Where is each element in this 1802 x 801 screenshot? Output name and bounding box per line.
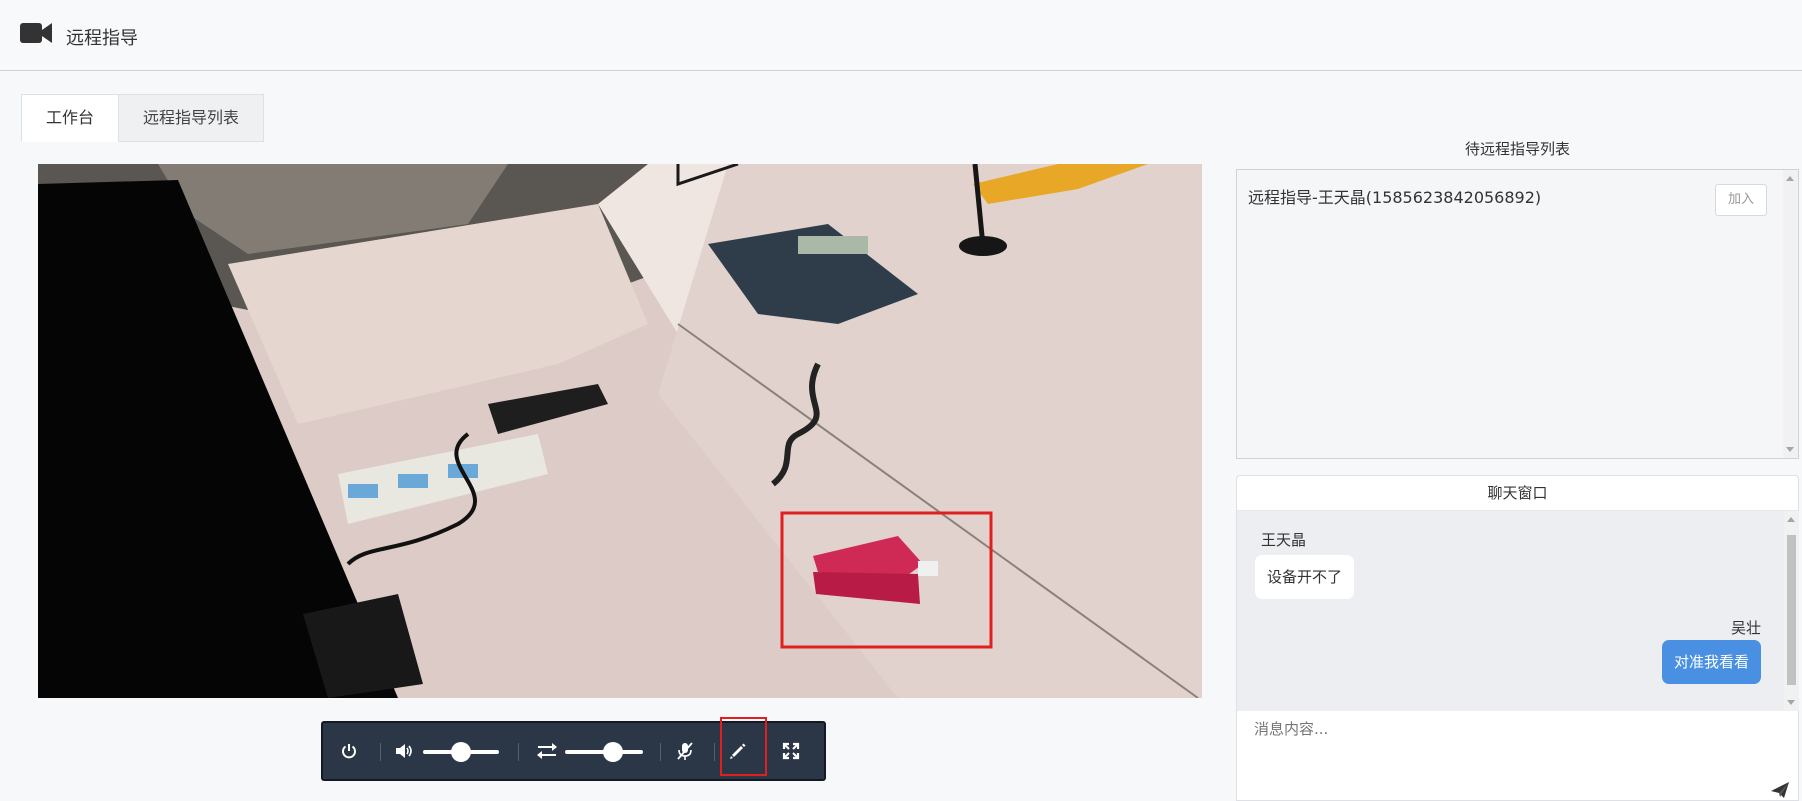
message-sender: 王天晶: [1261, 531, 1307, 549]
video-camera-icon: [20, 23, 52, 43]
divider: [714, 743, 715, 761]
queue-panel: 远程指导-王天晶(1585623842056892) 加入: [1236, 169, 1799, 459]
send-icon[interactable]: [1771, 782, 1789, 798]
message-sender: 吴壮: [1730, 619, 1761, 637]
power-button[interactable]: [335, 723, 363, 779]
volume-icon: [396, 744, 412, 758]
chat-title: 聊天窗口: [1237, 476, 1798, 511]
tab-guidance-list[interactable]: 远程指导列表: [119, 94, 265, 142]
fullscreen-button[interactable]: [779, 723, 803, 779]
queue-title: 待远程指导列表: [1464, 140, 1570, 158]
video-feed[interactable]: [38, 164, 1202, 698]
mute-mic-button[interactable]: [673, 723, 697, 779]
top-bar: 远程指导: [0, 0, 1802, 71]
video-frame: [38, 164, 1202, 698]
scroll-down-icon[interactable]: [1786, 447, 1794, 452]
swap-icon: [537, 743, 557, 759]
fullscreen-icon: [782, 742, 800, 760]
chat-messages: 王天晶 设备开不了 吴壮 对准我看看: [1237, 511, 1799, 711]
tab-bar: 工作台 远程指导列表: [21, 94, 265, 142]
scroll-down-icon[interactable]: [1787, 700, 1795, 705]
scroll-up-icon[interactable]: [1786, 176, 1794, 181]
scrollbar-thumb[interactable]: [1787, 535, 1796, 685]
switch-camera-button[interactable]: [535, 723, 559, 779]
divider: [380, 743, 381, 761]
chat-panel: 聊天窗口 王天晶 设备开不了 吴壮 对准我看看: [1236, 475, 1799, 801]
chat-scrollbar[interactable]: [1784, 511, 1799, 711]
queue-scrollbar[interactable]: [1783, 170, 1798, 458]
draw-tool-highlight: [720, 717, 767, 776]
message-bubble-outgoing: 对准我看看: [1661, 640, 1761, 684]
app-title: 远程指导: [66, 28, 138, 49]
divider: [518, 743, 519, 761]
volume-slider-handle[interactable]: [451, 742, 471, 762]
swap-slider-handle[interactable]: [603, 742, 624, 762]
mute-mic-icon: [677, 742, 693, 760]
queue-item-label: 远程指导-王天晶(1585623842056892): [1248, 188, 1542, 207]
divider: [660, 743, 661, 761]
tab-workbench[interactable]: 工作台: [21, 94, 120, 142]
message-bubble-incoming: 设备开不了: [1255, 555, 1355, 599]
scroll-up-icon[interactable]: [1787, 517, 1795, 522]
power-icon: [342, 744, 356, 759]
message-input[interactable]: [1254, 720, 1714, 738]
join-button[interactable]: 加入: [1715, 184, 1767, 216]
volume-button[interactable]: [393, 723, 415, 779]
